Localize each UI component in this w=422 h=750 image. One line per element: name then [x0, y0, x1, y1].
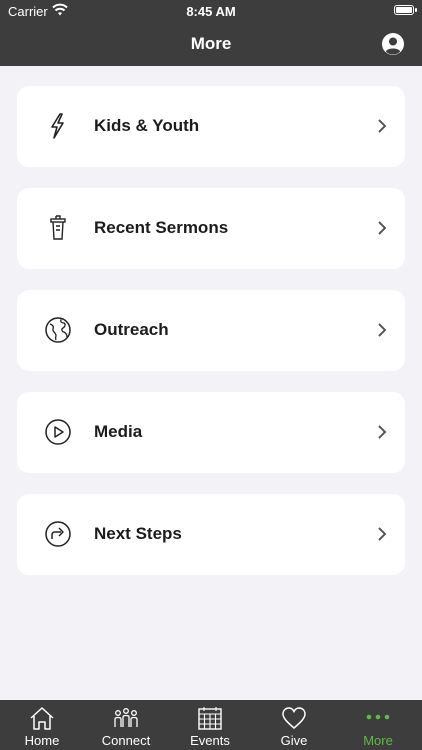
play-circle-icon — [45, 419, 71, 445]
tab-connect[interactable]: Connect — [84, 700, 168, 750]
menu-item-kids-youth[interactable]: Kids & Youth — [17, 86, 405, 167]
forward-arrow-circle-icon — [45, 521, 71, 547]
tab-events[interactable]: Events — [168, 700, 252, 750]
menu-list: Kids & Youth Recent Sermons Outreach Med… — [17, 86, 405, 596]
tab-label: Events — [190, 733, 230, 748]
menu-item-next-steps[interactable]: Next Steps — [17, 494, 405, 575]
podium-icon — [50, 215, 66, 240]
heart-icon — [282, 707, 306, 729]
chevron-right-icon — [378, 527, 387, 541]
menu-item-label: Next Steps — [94, 524, 182, 543]
people-icon — [114, 708, 138, 727]
tab-label: Give — [280, 733, 308, 748]
home-icon — [30, 707, 54, 730]
menu-item-label: Outreach — [94, 320, 169, 339]
tab-label: More — [363, 733, 393, 748]
chevron-right-icon — [378, 323, 387, 337]
tab-bar: Home Connect Events Give More — [0, 700, 422, 750]
menu-item-recent-sermons[interactable]: Recent Sermons — [17, 188, 405, 269]
menu-item-outreach[interactable]: Outreach — [17, 290, 405, 371]
lightning-icon — [51, 113, 64, 139]
globe-icon — [45, 317, 71, 343]
more-dots-icon — [366, 714, 390, 720]
menu-item-label: Recent Sermons — [94, 218, 229, 237]
nav-bar: More — [0, 22, 422, 66]
profile-icon[interactable] — [381, 32, 405, 56]
tab-more[interactable]: More — [336, 700, 420, 750]
menu-item-label: Kids & Youth — [94, 116, 200, 135]
tab-home[interactable]: Home — [0, 700, 84, 750]
menu-item-label: Media — [94, 422, 143, 441]
status-bar: Carrier 8:45 AM — [0, 0, 422, 22]
chevron-right-icon — [378, 425, 387, 439]
menu-item-media[interactable]: Media — [17, 392, 405, 473]
status-time: 8:45 AM — [186, 4, 236, 19]
tab-give[interactable]: Give — [252, 700, 336, 750]
chevron-right-icon — [378, 221, 387, 235]
tab-label: Home — [24, 733, 60, 748]
battery-icon — [394, 5, 417, 15]
page-title: More — [190, 34, 232, 53]
tab-label: Connect — [101, 733, 151, 748]
calendar-icon — [198, 707, 222, 730]
chevron-right-icon — [378, 119, 387, 133]
